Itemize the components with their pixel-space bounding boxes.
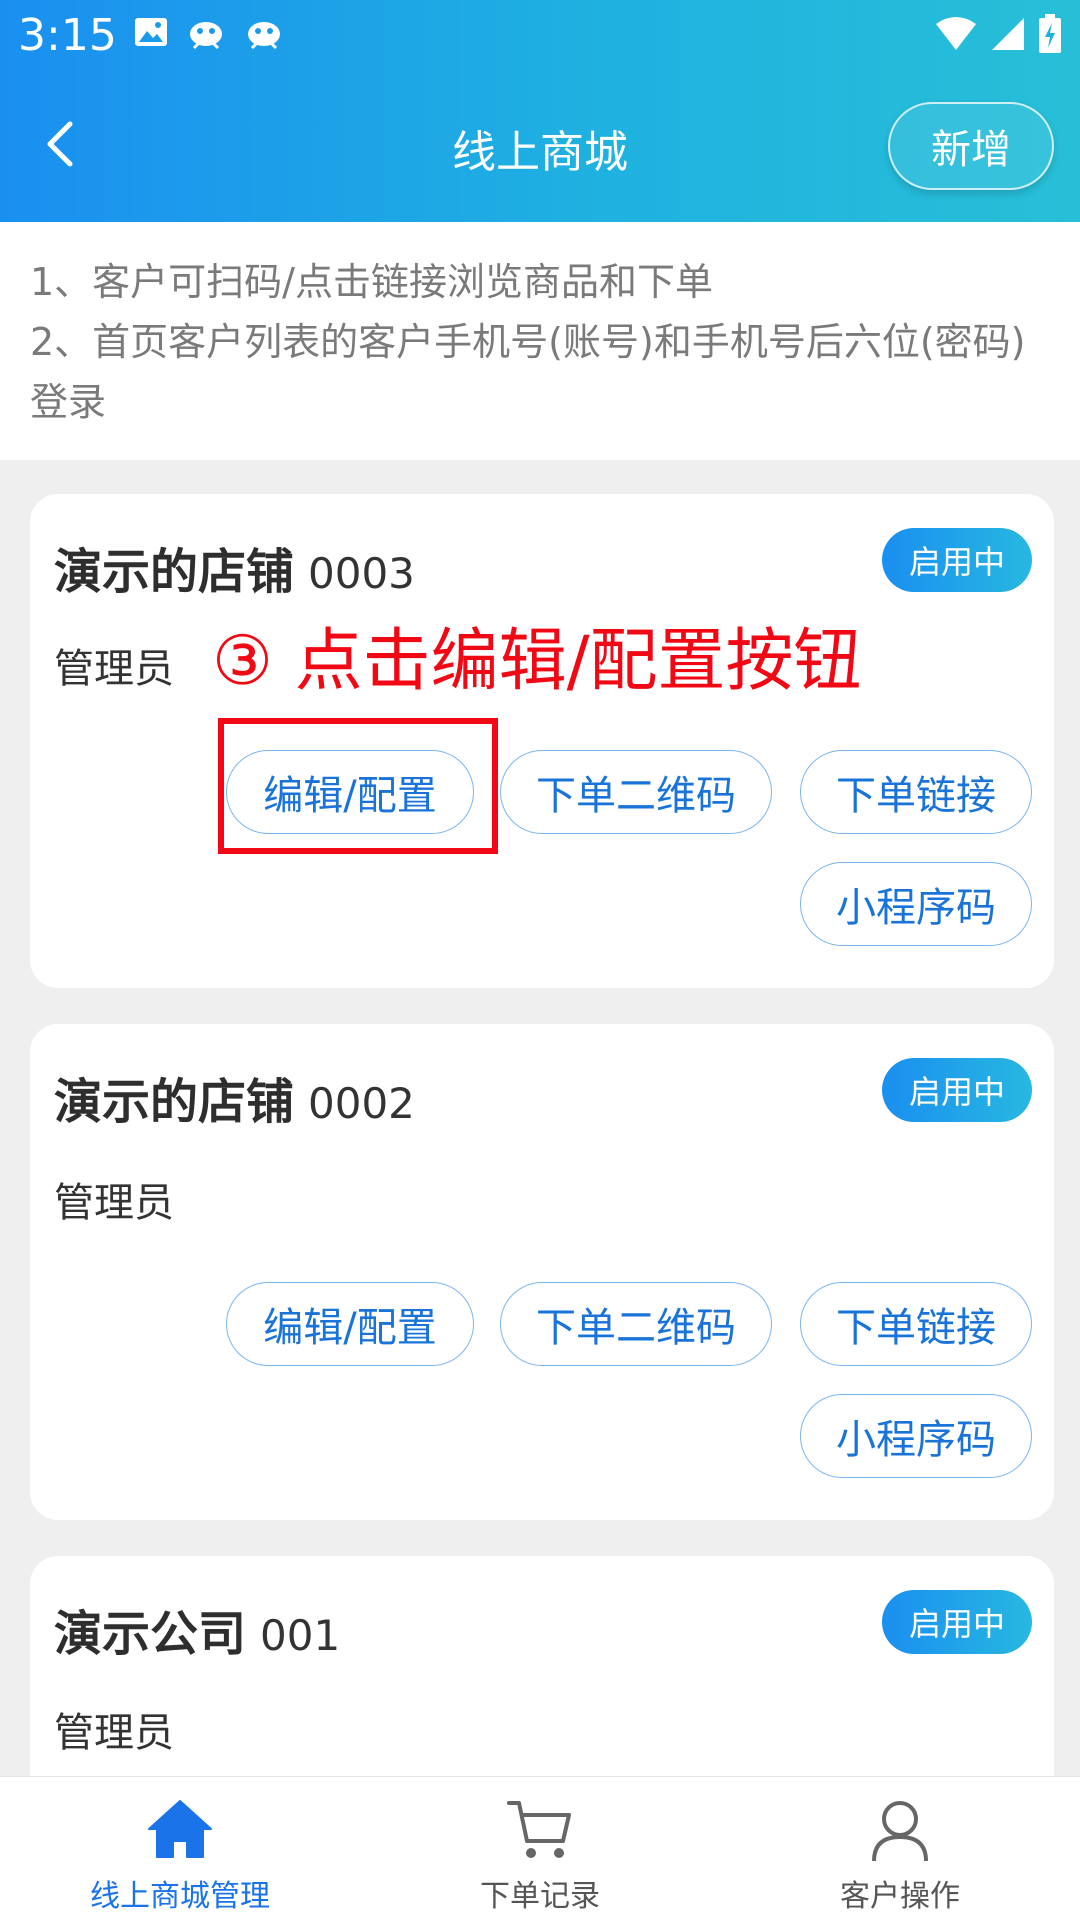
app-notification-icon	[244, 14, 284, 54]
miniprogram-code-button[interactable]: 小程序码	[800, 1394, 1032, 1478]
shop-code: 0003	[308, 549, 415, 598]
notice-line-1: 1、客户可扫码/点击链接浏览商品和下单	[30, 260, 713, 304]
shop-title: 演示公司 001	[54, 1594, 340, 1664]
app-header: 3:15 线上商城 新增	[0, 0, 1080, 222]
status-badge: 启用中	[882, 528, 1032, 592]
shop-code: 001	[260, 1611, 341, 1660]
tab-label: 线上商城管理	[90, 1879, 270, 1914]
annotation-highlight-box	[218, 718, 498, 854]
wifi-icon	[934, 16, 978, 56]
order-link-button[interactable]: 下单链接	[800, 1282, 1032, 1366]
tab-order-records[interactable]: 下单记录	[360, 1777, 720, 1920]
shop-name: 演示的店铺	[54, 544, 295, 600]
notification-icons	[134, 14, 284, 54]
miniprogram-code-button[interactable]: 小程序码	[800, 862, 1032, 946]
cart-icon	[507, 1801, 571, 1858]
shop-title: 演示的店铺 0003	[54, 532, 415, 602]
tab-label: 客户操作	[840, 1879, 960, 1914]
order-qrcode-button[interactable]: 下单二维码	[500, 1282, 772, 1366]
tab-label: 下单记录	[480, 1879, 600, 1914]
signal-icon	[990, 16, 1026, 56]
status-badge: 启用中	[882, 1590, 1032, 1654]
battery-icon	[1038, 14, 1062, 58]
system-status-icons	[934, 14, 1062, 58]
user-icon	[872, 1801, 928, 1862]
status-bar: 3:15	[0, 0, 1080, 80]
order-qrcode-button[interactable]: 下单二维码	[500, 750, 772, 834]
add-button[interactable]: 新增	[888, 102, 1054, 190]
image-notification-icon	[134, 17, 168, 51]
tab-customer-operations[interactable]: 客户操作	[720, 1777, 1080, 1920]
notice-panel: 1、客户可扫码/点击链接浏览商品和下单 2、首页客户列表的客户手机号(账号)和手…	[0, 222, 1080, 460]
status-time: 3:15	[18, 10, 117, 61]
tab-online-mall-management[interactable]: 线上商城管理	[0, 1777, 360, 1920]
status-badge: 启用中	[882, 1058, 1032, 1122]
app-notification-icon	[186, 14, 226, 54]
annotation-text: ③ 点击编辑/配置按钮	[212, 622, 862, 701]
shop-name: 演示的店铺	[54, 1074, 295, 1130]
edit-config-button[interactable]: 编辑/配置	[226, 1282, 474, 1366]
shop-card: 演示的店铺 0003 启用中 管理员 编辑/配置 下单二维码 下单链接 小程序码	[30, 494, 1054, 988]
shop-role: 管理员	[54, 1180, 174, 1226]
shop-title: 演示的店铺 0002	[54, 1062, 415, 1132]
notice-line-2: 2、首页客户列表的客户手机号(账号)和手机号后六位(密码)登录	[30, 320, 1026, 424]
shop-code: 0002	[308, 1079, 415, 1128]
shop-role: 管理员	[54, 646, 174, 692]
nav-bar: 线上商城 新增	[0, 90, 1080, 202]
order-link-button[interactable]: 下单链接	[800, 750, 1032, 834]
shop-name: 演示公司	[54, 1606, 247, 1662]
home-icon	[148, 1800, 212, 1858]
shop-card: 演示的店铺 0002 启用中 管理员 编辑/配置 下单二维码 下单链接 小程序码	[30, 1024, 1054, 1520]
bottom-tab-bar: 线上商城管理 下单记录 客户操作	[0, 1776, 1080, 1920]
shop-role: 管理员	[54, 1710, 174, 1756]
